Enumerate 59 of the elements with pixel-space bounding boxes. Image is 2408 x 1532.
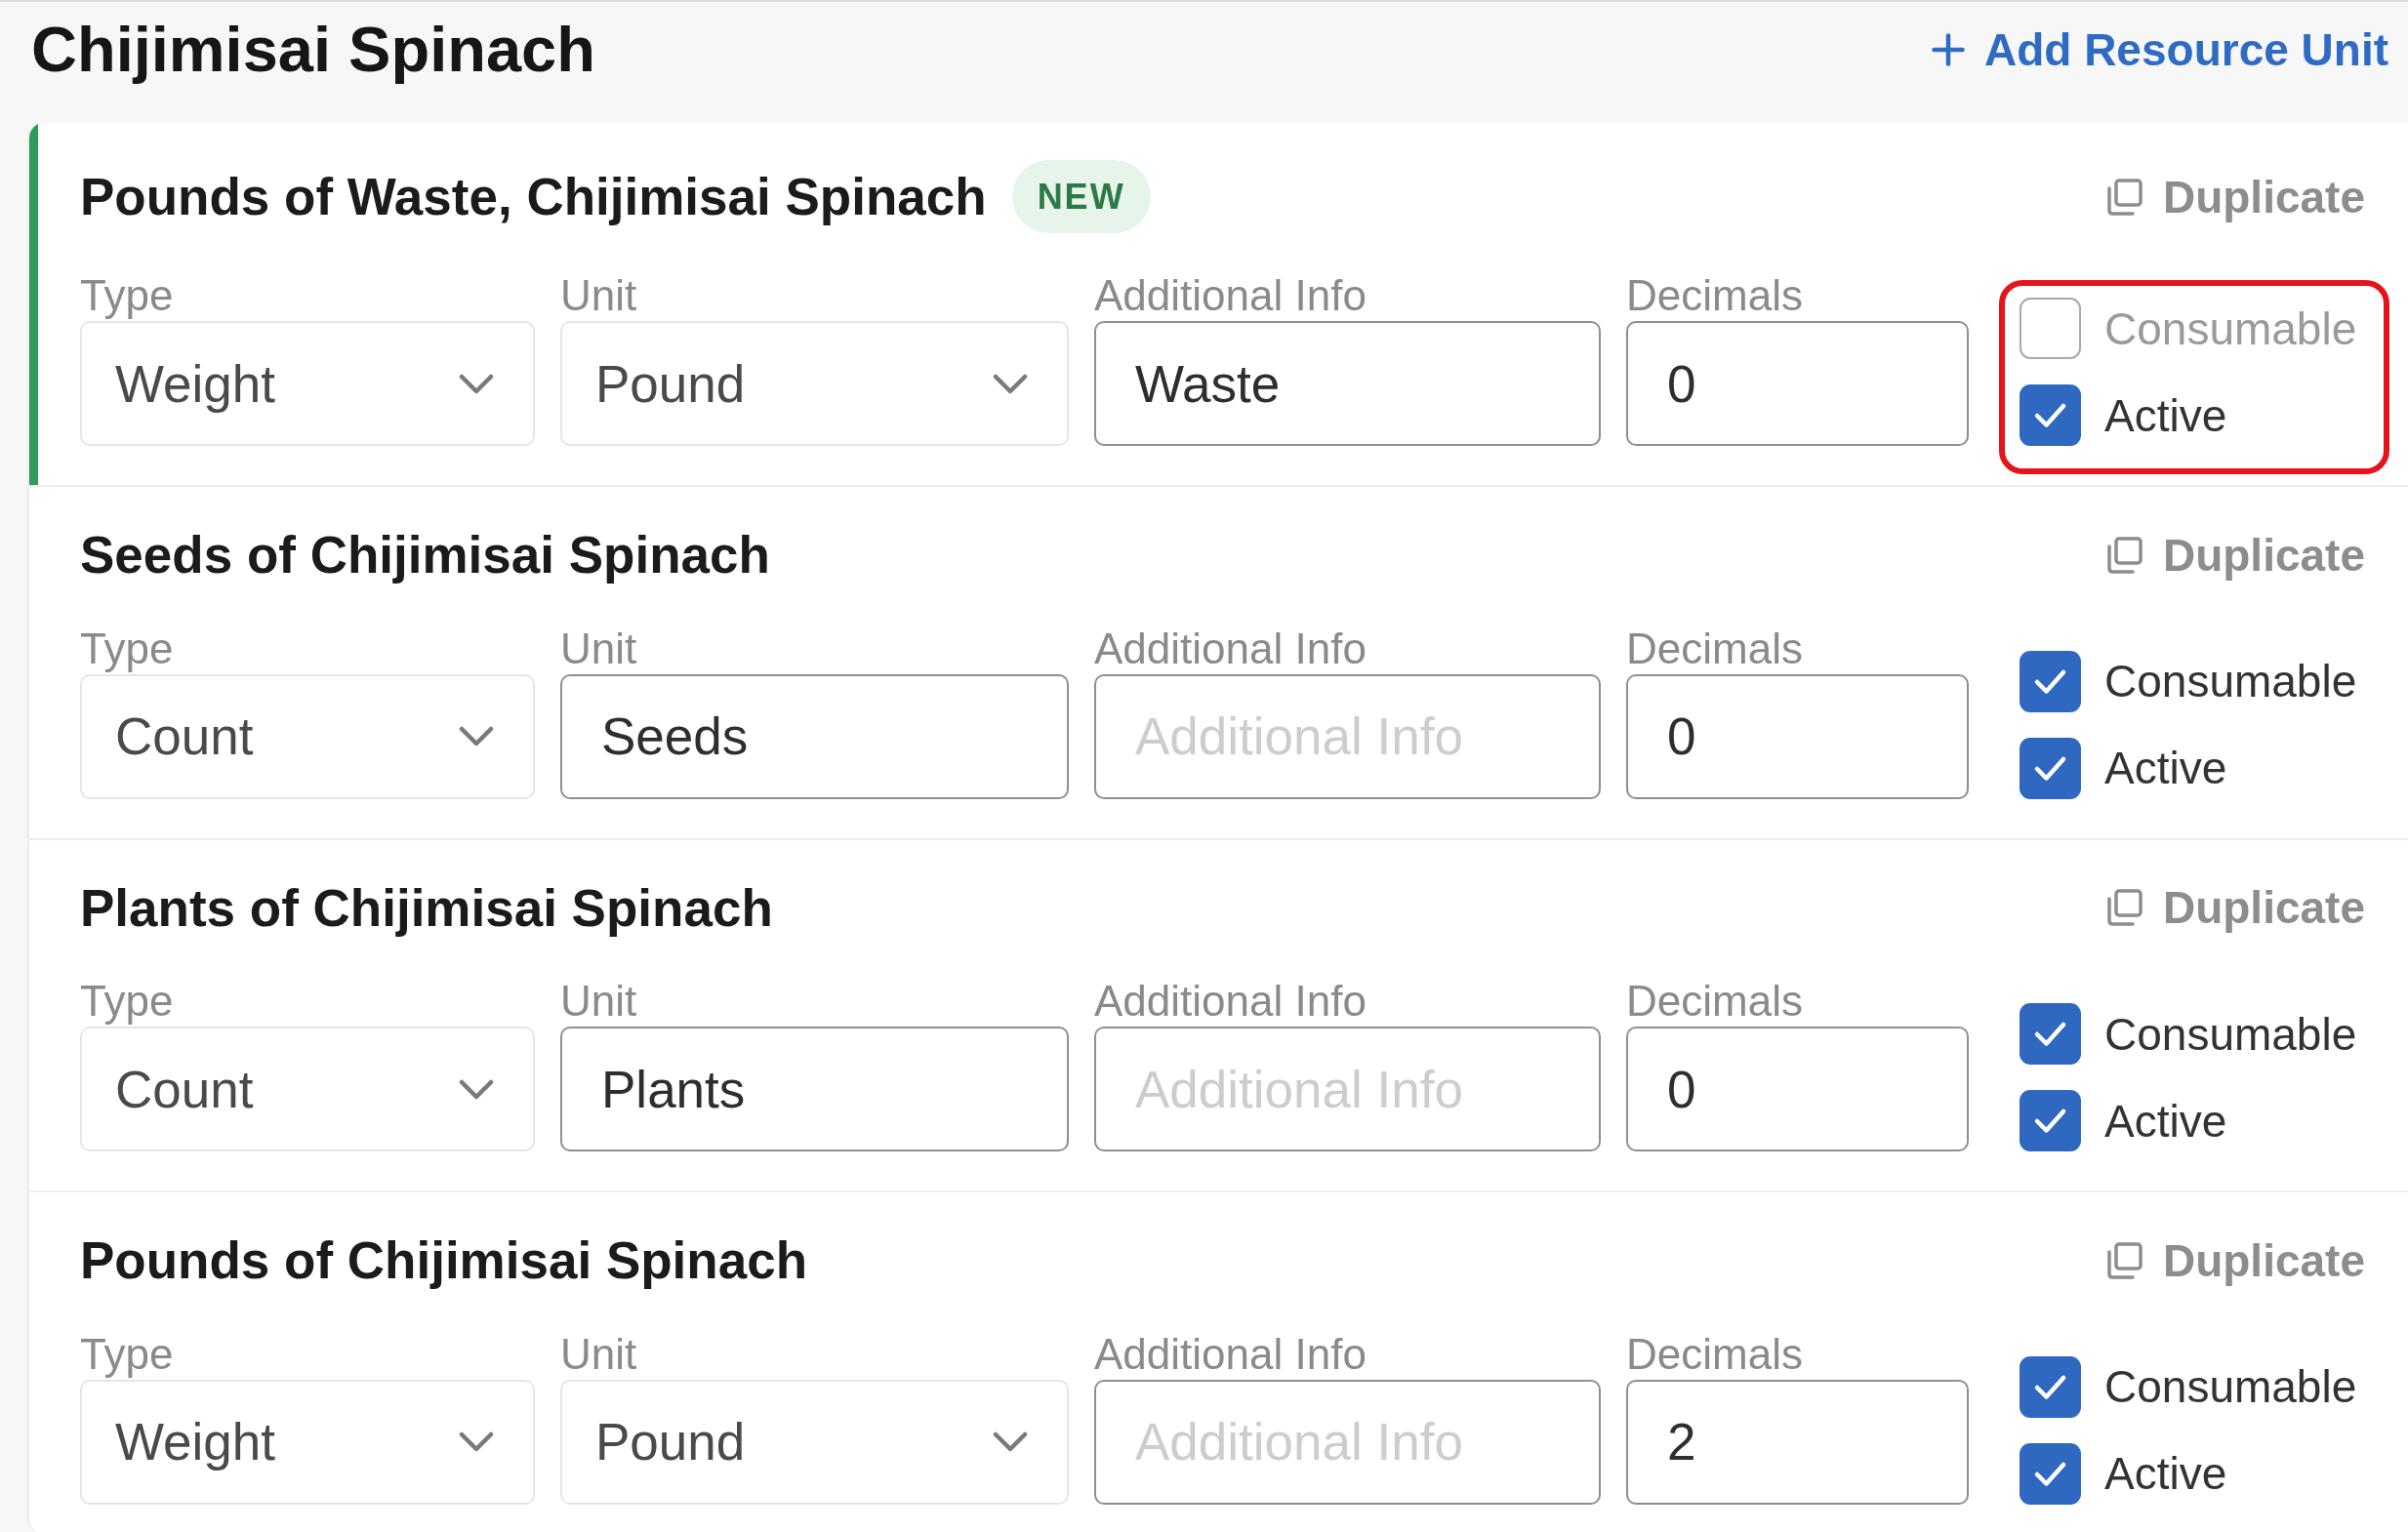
dropdown[interactable]: Count — [80, 1027, 535, 1152]
dropdown[interactable]: Pound — [560, 1379, 1069, 1505]
checkbox[interactable] — [2020, 384, 2081, 446]
field-label: Additional Info — [1094, 270, 1367, 321]
checkbox[interactable] — [2020, 1090, 2081, 1152]
field-label: Type — [80, 976, 175, 1028]
field-label: Type — [80, 1328, 175, 1380]
checkbox-label: Active — [2104, 1094, 2227, 1148]
checkbox-label: Consumable — [2104, 655, 2357, 708]
field-label: Unit — [560, 976, 638, 1028]
text-field[interactable]: 2 — [1626, 1379, 1969, 1505]
checkbox[interactable] — [2020, 1355, 2081, 1418]
field-label: Additional Info — [1094, 623, 1367, 674]
unit-title: Seeds of Chijimisai Spinach — [80, 525, 770, 585]
chevron-down-icon — [993, 373, 1028, 394]
field-label: Additional Info — [1094, 1328, 1367, 1380]
dropdown[interactable]: Count — [80, 673, 535, 799]
checkbox-label: Active — [2104, 388, 2227, 442]
dropdown[interactable]: Pound — [560, 321, 1069, 446]
text-field[interactable]: 0 — [1626, 673, 1969, 799]
chevron-down-icon — [459, 1431, 494, 1453]
chevron-down-icon — [993, 1431, 1028, 1453]
field-label: Type — [80, 623, 175, 674]
page-title: Chijimisai Spinach — [31, 13, 595, 87]
checkbox[interactable] — [2020, 1003, 2081, 1066]
field-label: Unit — [560, 270, 638, 321]
checkbox-label: Active — [2104, 742, 2227, 795]
checkbox-label: Active — [2104, 1447, 2227, 1501]
text-field[interactable]: 0 — [1626, 321, 1969, 446]
checkbox[interactable] — [2020, 298, 2081, 359]
unit-title: Plants of Chijimisai Spinach — [80, 877, 773, 939]
field-label: Type — [80, 270, 175, 321]
chevron-down-icon — [459, 373, 494, 394]
text-field[interactable]: 0 — [1626, 1027, 1969, 1152]
field-label: Additional Info — [1094, 976, 1367, 1028]
add-resource-unit-button[interactable]: Add Resource Unit — [1931, 23, 2388, 76]
unit-title: Pounds of Waste, Chijimisai Spinach — [80, 166, 987, 227]
text-field[interactable]: Plants — [560, 1027, 1069, 1152]
text-field[interactable]: Seeds — [560, 673, 1069, 799]
plus-icon — [1931, 33, 1965, 66]
text-field[interactable]: Waste — [1094, 321, 1601, 446]
field-label: Decimals — [1626, 976, 1804, 1028]
unit-title: Pounds of Chijimisai Spinach — [80, 1230, 808, 1292]
checkbox[interactable] — [2020, 1442, 2081, 1505]
field-label: Decimals — [1626, 270, 1804, 321]
checkbox-label: Consumable — [2104, 1007, 2357, 1061]
checkbox-label: Consumable — [2104, 302, 2357, 355]
field-label: Unit — [560, 1328, 638, 1380]
checkbox[interactable] — [2020, 737, 2081, 799]
field-label: Decimals — [1626, 623, 1804, 674]
dropdown[interactable]: Weight — [80, 1379, 535, 1505]
new-badge: NEW — [1011, 160, 1151, 233]
dropdown[interactable]: Weight — [80, 321, 535, 446]
checkbox-label: Consumable — [2104, 1360, 2357, 1414]
field-label: Unit — [560, 623, 638, 674]
field-label: Decimals — [1626, 1328, 1804, 1380]
checkbox[interactable] — [2020, 650, 2081, 712]
chevron-down-icon — [459, 726, 494, 747]
chevron-down-icon — [459, 1078, 494, 1100]
